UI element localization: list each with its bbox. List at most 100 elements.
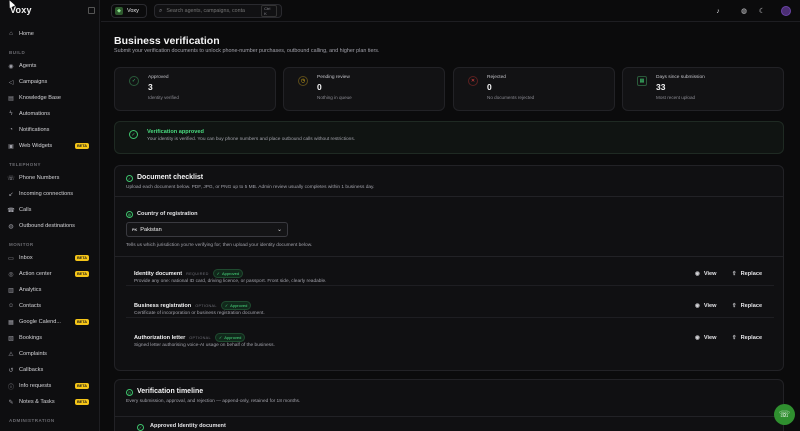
- timeline-subtitle: Every submission, approval, and rejectio…: [126, 399, 301, 404]
- country-code: PK: [132, 227, 138, 232]
- alert-icon: ⚠: [8, 351, 14, 358]
- beta-badge: BETA: [74, 319, 89, 325]
- workspace-switcher[interactable]: ◆ Voxy: [111, 4, 147, 18]
- verification-approved-banner: ✓ Verification approved Your identity is…: [114, 121, 784, 154]
- sidebar-item-phone-numbers[interactable]: ☏ Phone Numbers: [7, 172, 93, 184]
- doc-row-authorization-letter: Authorization letter OPTIONAL ✓ Approved …: [126, 330, 774, 360]
- section-build: BUILD: [9, 50, 26, 55]
- chevron-down-icon: ⌄: [276, 227, 282, 233]
- globe-icon[interactable]: ◍: [739, 6, 749, 16]
- inbox-icon: ▭: [8, 255, 14, 262]
- status-badge: ✓ Approved: [212, 269, 244, 278]
- checklist-title: Document checklist: [137, 174, 204, 181]
- divider: [115, 256, 783, 257]
- sidebar-item-outbound-destinations[interactable]: ◍ Outbound destinations: [8, 220, 93, 232]
- status-badge: ✓ Approved: [214, 333, 246, 342]
- avatar[interactable]: [781, 6, 791, 16]
- search-input[interactable]: [166, 8, 262, 14]
- upload-icon: ⇧: [732, 303, 737, 309]
- view-button[interactable]: ◉ View: [692, 332, 719, 344]
- notes-icon: ✎: [8, 399, 14, 406]
- divider: [126, 285, 774, 286]
- sidebar-item-callbacks[interactable]: ↺ Callbacks: [8, 364, 93, 376]
- home-icon: ⌂: [9, 31, 13, 37]
- bell-icon[interactable]: ♪: [713, 6, 723, 16]
- country-label: Country of registration: [137, 211, 198, 217]
- global-search[interactable]: ⌕ Ctrl K: [154, 4, 282, 18]
- divider: [115, 416, 783, 417]
- workspace-name: Voxy: [127, 8, 139, 14]
- globe-icon: ◍: [126, 211, 133, 218]
- book-icon: ▤: [8, 95, 14, 102]
- sidebar-item-notifications[interactable]: ◔ Notifications: [8, 124, 93, 136]
- top-bar: ◆ Voxy ⌕ Ctrl K ♪ ◍ ☾: [101, 0, 800, 22]
- stat-rejected: ✕ Rejected 0 No documents rejected: [453, 67, 615, 111]
- contacts-icon: ☺: [7, 303, 15, 309]
- sidebar-item-notes-tasks[interactable]: ✎ Notes & Tasks BETA: [8, 396, 93, 408]
- booking-icon: ▧: [8, 335, 14, 342]
- checklist-subtitle: Upload each document below. PDF, JPG, or…: [126, 185, 375, 190]
- sidebar-item-campaigns[interactable]: ◁ Campaigns: [8, 76, 93, 88]
- page-subtitle: Submit your verification documents to un…: [114, 48, 380, 54]
- country-select[interactable]: PK Pakistan ⌄: [126, 222, 288, 237]
- sidebar-item-calls[interactable]: ☎ Calls: [7, 204, 93, 216]
- main-content: Business verification Submit your verifi…: [101, 23, 800, 431]
- sidebar-item-agents[interactable]: ◉ Agents: [8, 60, 93, 72]
- view-button[interactable]: ◉ View: [692, 268, 719, 280]
- search-shortcut: Ctrl K: [261, 5, 277, 17]
- sidebar-item-bookings[interactable]: ▧ Bookings: [8, 332, 93, 344]
- replace-button[interactable]: ⇧ Replace: [729, 332, 765, 344]
- collapse-sidebar-button[interactable]: [88, 7, 95, 14]
- beta-badge: BETA: [74, 143, 89, 149]
- sidebar-item-complaints[interactable]: ⚠ Complaints: [8, 348, 93, 360]
- replace-button[interactable]: ⇧ Replace: [729, 268, 765, 280]
- sidebar-item-automations[interactable]: ϟ Automations: [8, 108, 93, 120]
- verification-timeline-card: ◷ Verification timeline Every submission…: [114, 379, 784, 431]
- sidebar-item-contacts[interactable]: ☺ Contacts: [8, 300, 93, 312]
- sidebar-item-knowledge-base[interactable]: ▤ Knowledge Base: [8, 92, 93, 104]
- beta-badge: BETA: [74, 399, 89, 405]
- upload-icon: ⇧: [732, 271, 737, 277]
- sidebar-item-web-widgets[interactable]: ▣ Web Widgets BETA: [8, 140, 93, 152]
- search-icon: ⌕: [159, 7, 163, 14]
- bot-icon: ◉: [8, 63, 14, 70]
- sidebar-item-info-requests[interactable]: ⓘ Info requests BETA: [8, 380, 93, 392]
- doc-row-identity: Identity document REQUIRED ✓ Approved Pro…: [126, 266, 774, 296]
- beta-badge: BETA: [74, 383, 89, 389]
- phone-call-fab[interactable]: ☏: [774, 404, 795, 425]
- replace-button[interactable]: ⇧ Replace: [729, 300, 765, 312]
- check-circle-icon: ✓: [216, 271, 220, 276]
- section-telephony: TELEPHONY: [9, 162, 42, 167]
- sidebar-item-analytics[interactable]: ▥ Analytics: [8, 284, 93, 296]
- sidebar-item-home[interactable]: ⌂ Home: [8, 28, 93, 40]
- sidebar-item-incoming-connections[interactable]: ↙ Incoming connections: [8, 188, 93, 200]
- calendar-icon: ▦: [8, 319, 14, 326]
- check-circle-icon: ✓: [129, 76, 139, 86]
- view-button[interactable]: ◉ View: [692, 300, 719, 312]
- sidebar-item-action-center[interactable]: ◎ Action center BETA: [8, 268, 93, 280]
- workspace-icon: ◆: [115, 7, 123, 15]
- section-monitor: MONITOR: [9, 242, 34, 247]
- divider: [115, 196, 783, 197]
- callback-icon: ↺: [8, 367, 14, 374]
- beta-badge: BETA: [74, 271, 89, 277]
- check-circle-icon: ✓: [137, 424, 144, 431]
- check-circle-icon: ✓: [224, 303, 229, 308]
- country-help: Tells us which jurisdiction you're verif…: [126, 243, 313, 248]
- sidebar: Voxy ⌂ Home BUILD ◉ Agents ◁ Campaigns ▤ Kn…: [0, 0, 100, 431]
- section-administration: ADMINISTRATION: [9, 418, 55, 423]
- info-icon: ⓘ: [8, 384, 15, 391]
- sidebar-item-inbox[interactable]: ▭ Inbox BETA: [8, 252, 93, 264]
- incoming-icon: ↙: [8, 191, 14, 198]
- moon-icon[interactable]: ☾: [757, 6, 767, 16]
- brand-logo[interactable]: Voxy: [10, 5, 32, 15]
- chart-icon: ▥: [8, 287, 14, 294]
- stat-days-since-submission: ▦ Days since submission 33 Most recent u…: [622, 67, 784, 111]
- status-badge: ✓ Approved: [220, 301, 252, 310]
- eye-icon: ◉: [695, 303, 700, 309]
- target-icon: ◎: [8, 271, 14, 278]
- divider: [126, 317, 774, 318]
- stat-pending-review: ◷ Pending review 0 Nothing in queue: [283, 67, 445, 111]
- sidebar-item-google-calendar[interactable]: ▦ Google Calend... BETA: [8, 316, 93, 328]
- clock-icon: ◷: [126, 389, 133, 396]
